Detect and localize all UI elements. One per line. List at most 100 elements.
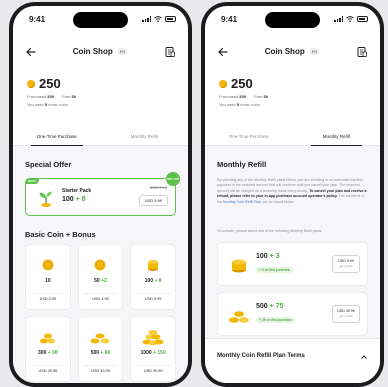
status-icons: [142, 16, 176, 22]
wifi-icon: [154, 16, 162, 22]
need-count: 5: [236, 102, 240, 107]
offer-old-price: USD 9.99: [149, 185, 167, 190]
purchased-label: Purchased: [219, 94, 239, 99]
screen: 9:41 Coin Shop EN 250 Purchased 200 Free…: [205, 6, 380, 383]
coin-pile-icon: [229, 311, 249, 323]
language-badge[interactable]: EN: [308, 48, 321, 55]
coins-needed: You need 5 more coins: [219, 102, 366, 107]
first-purchase-bonus: + 25 on first purchase: [256, 317, 295, 323]
balance-amount: 250: [231, 76, 253, 91]
free-label: Free: [62, 94, 71, 99]
need-count: 5: [44, 102, 48, 107]
receipt-icon[interactable]: [164, 46, 176, 58]
coin-pack[interactable]: 500 + 60 USD 49.99: [77, 316, 124, 382]
pack-price-button[interactable]: USD 9.99: [135, 293, 171, 304]
coin-heap-icon: [131, 327, 175, 347]
phone-one-time-purchase: 9:41 Coin Shop EN 250 Purchased 200 Free…: [9, 2, 192, 387]
battery-icon: [357, 16, 368, 22]
coin-balance: 250 Purchased 200 Free 50 You need 5 mor…: [219, 76, 366, 107]
single-coin-icon: [26, 255, 70, 275]
refill-description: By selecting any of the Monthly Refill p…: [217, 178, 368, 205]
dynamic-island: [265, 12, 320, 28]
basic-coin-title: Basic Coin + Bonus: [25, 230, 96, 239]
coin-pack[interactable]: 1000 + 150 USD 99.99: [130, 316, 176, 382]
coin-pack[interactable]: 100 + 8 USD 9.99: [130, 244, 176, 310]
offer-amount: 100 + 8: [62, 196, 86, 203]
plan-amount: 500 + 75: [256, 303, 284, 310]
plan-amount: 100 + 3: [256, 253, 280, 260]
refill-terms-link[interactable]: Monthly Coin Refill Plan: [223, 200, 261, 204]
screen: 9:41 Coin Shop EN 250 Purchased 200 Free…: [13, 6, 188, 383]
purchase-tabs: One-Time Purchase Monthly Refill: [13, 126, 188, 146]
offer-bonus: + 8: [75, 196, 86, 203]
coin-stack-icon: [131, 255, 175, 275]
signal-icon: [334, 16, 343, 22]
pack-amount: 10: [45, 278, 51, 284]
coin-stack-icon: [232, 259, 246, 273]
dynamic-island: [73, 12, 128, 28]
offer-price-button[interactable]: USD 5.99: [138, 195, 168, 206]
pack-price-button[interactable]: USD 99.99: [135, 365, 171, 376]
balance-breakdown: Purchased 200 Free 50: [27, 94, 174, 99]
refill-intro: To activate, please select one of the fo…: [217, 229, 323, 233]
coin-pack[interactable]: 300 + 30 USD 29.99: [25, 316, 71, 382]
coin-pack-grid: 10 USD 0.99 50 +2 USD 4.99 100 + 8 USD 9…: [25, 244, 176, 382]
status-icons: [334, 16, 368, 22]
first-purchase-bonus: + 5 on first purchase: [256, 267, 293, 273]
need-suffix: more coins: [48, 102, 68, 107]
coin-pack[interactable]: 10 USD 0.99: [25, 244, 71, 310]
free-value: 50: [71, 94, 76, 99]
monthly-refill-title: Monthly Refill: [217, 160, 267, 169]
need-suffix: more coins: [240, 102, 260, 107]
pack-amount: 300 + 30: [38, 350, 58, 356]
status-time: 9:41: [29, 15, 46, 24]
tab-monthly-refill[interactable]: Monthly Refill: [101, 126, 189, 145]
pack-price-button[interactable]: USD 0.99: [30, 293, 66, 304]
pack-price-button[interactable]: USD 29.99: [30, 365, 66, 376]
free-value: 50: [263, 94, 268, 99]
nav-bar: Coin Shop EN: [13, 42, 188, 64]
balance-breakdown: Purchased 200 Free 50: [219, 94, 366, 99]
plan-price-button[interactable]: USD 49.99 per month: [332, 305, 360, 323]
refill-terms-accordion[interactable]: Monthly Coin Refill Plan Terms: [205, 338, 380, 383]
special-offer-title: Special Offer: [25, 160, 72, 169]
refill-plan-card[interactable]: 500 + 75 + 25 on first purchase USD 49.9…: [217, 292, 368, 336]
status-time: 9:41: [221, 15, 238, 24]
best-tag: BEST: [25, 178, 40, 184]
signal-icon: [142, 16, 151, 22]
page-title: Coin Shop EN: [13, 47, 188, 56]
coin-pack[interactable]: 50 +2 USD 4.99: [77, 244, 124, 310]
status-bar: 9:41: [13, 6, 188, 36]
battery-icon: [165, 16, 176, 22]
offer-name: Starter Pack: [62, 188, 92, 194]
receipt-icon[interactable]: [356, 46, 368, 58]
pack-amount: 500 + 60: [90, 350, 111, 356]
refill-plan-card[interactable]: 100 + 3 + 5 on first purchase USD 9.99 pe…: [217, 242, 368, 286]
coin-balance: 250 Purchased 200 Free 50 You need 5 mor…: [27, 76, 174, 107]
pack-amount: 100 + 8: [144, 278, 162, 284]
offer-coins: 100: [62, 196, 74, 203]
pack-price-button[interactable]: USD 49.99: [82, 365, 119, 376]
one-time-content: Special Offer BEST 50% OFF Starter Pack …: [13, 146, 188, 383]
coins-needed: You need 5 more coins: [27, 102, 174, 107]
purchased-value: 200: [47, 94, 54, 99]
purchase-tabs: One-Time Purchase Monthly Refill: [205, 126, 380, 146]
wifi-icon: [346, 16, 354, 22]
page-title-text: Coin Shop: [264, 47, 305, 56]
page-title-text: Coin Shop: [72, 47, 113, 56]
free-label: Free: [254, 94, 263, 99]
tab-one-time-purchase[interactable]: One-Time Purchase: [13, 126, 101, 146]
discount-badge: 50% OFF: [166, 172, 180, 186]
coin-pile-icon: [26, 327, 70, 347]
pack-amount: 50 +2: [94, 278, 107, 284]
sprout-coin-icon: [39, 191, 52, 207]
need-prefix: You need: [219, 102, 236, 107]
tab-monthly-refill[interactable]: Monthly Refill: [293, 126, 381, 146]
starter-pack-card[interactable]: BEST 50% OFF Starter Pack 100 + 8 USD 9.…: [25, 172, 180, 216]
pack-price-button[interactable]: USD 4.99: [82, 293, 119, 304]
language-badge[interactable]: EN: [116, 48, 129, 55]
plan-price-button[interactable]: USD 9.99 per month: [332, 255, 360, 273]
coin-icon: [27, 79, 35, 88]
monthly-refill-content: Monthly Refill By selecting any of the M…: [205, 146, 380, 383]
tab-one-time-purchase[interactable]: One-Time Purchase: [205, 126, 293, 145]
